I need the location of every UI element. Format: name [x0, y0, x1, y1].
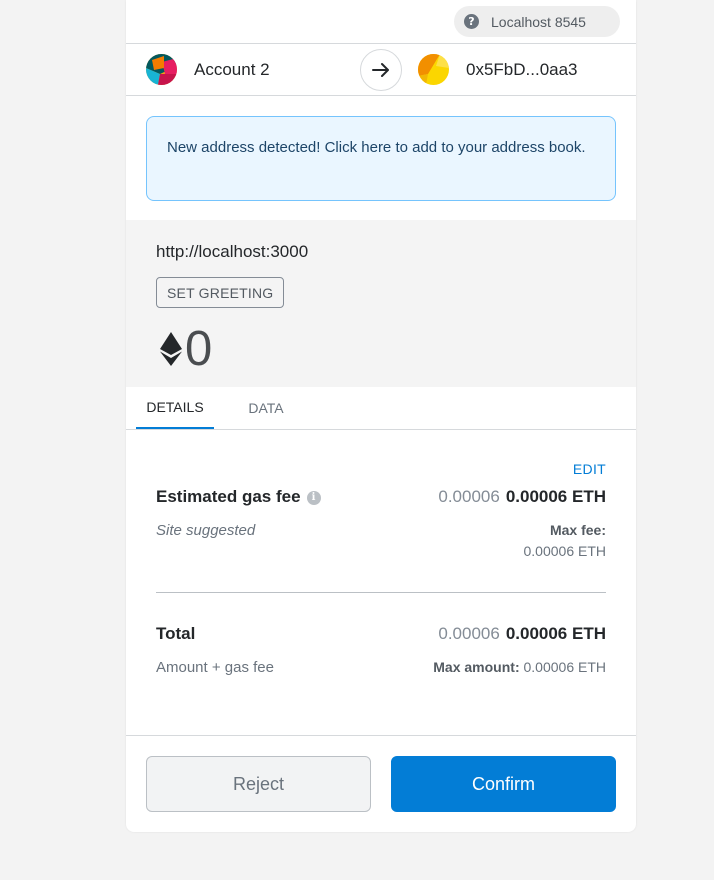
total-primary: 0.00006 ETH — [505, 624, 606, 643]
sender-account-name: Account 2 — [194, 59, 270, 79]
transaction-amount: 0 — [160, 320, 212, 378]
recipient-account[interactable]: 0x5FbD...0aa3 — [418, 54, 578, 85]
ethereum-icon — [160, 332, 182, 366]
max-fee-value: 0.00006 ETH — [523, 543, 607, 559]
divider — [156, 592, 606, 593]
sender-account[interactable]: Account 2 — [146, 54, 270, 85]
max-amount-value: 0.00006 ETH — [523, 659, 607, 675]
info-icon[interactable]: i — [306, 490, 321, 505]
gas-fee-label: Estimated gas fee i — [156, 487, 321, 507]
new-address-notice[interactable]: New address detected! Click here to add … — [146, 116, 616, 201]
recipient-avatar-icon — [418, 54, 449, 85]
action-footer: Reject Confirm — [126, 735, 636, 832]
tab-data[interactable]: DATA — [236, 387, 296, 429]
amount-value: 0 — [185, 322, 213, 376]
total-label: Total — [156, 624, 196, 643]
gas-fee-secondary: 0.00006 — [438, 487, 500, 506]
site-origin: http://localhost:3000 — [156, 242, 309, 261]
reject-button[interactable]: Reject — [146, 756, 371, 812]
confirm-button[interactable]: Confirm — [391, 756, 616, 812]
edit-gas-button[interactable]: EDIT — [573, 461, 606, 477]
max-fee-label-text: Max fee: — [549, 522, 606, 538]
confirm-transaction-panel: ? Localhost 8545 Account 2 0x5FbD...0aa3… — [126, 0, 636, 832]
account-avatar-icon — [146, 54, 177, 85]
max-amount: Max amount: 0.00006 ETH — [433, 659, 606, 675]
gas-fee-label-text: Estimated gas fee — [156, 487, 301, 506]
total-sublabel: Amount + gas fee — [156, 659, 274, 676]
total-value: 0.00006 0.00006 ETH — [438, 624, 606, 644]
method-label: SET GREETING — [156, 277, 285, 308]
sender-recipient-row: Account 2 0x5FbD...0aa3 — [126, 44, 636, 96]
max-amount-label: Max amount: — [433, 659, 520, 675]
notice-text: New address detected! Click here to add … — [167, 139, 586, 156]
max-fee-label: Max fee: — [550, 522, 606, 538]
gas-fee-value: 0.00006 0.00006 ETH — [438, 487, 606, 507]
arrow-right-icon — [360, 49, 402, 91]
tab-bar: DETAILS DATA — [126, 387, 636, 430]
recipient-address: 0x5FbD...0aa3 — [466, 59, 578, 79]
network-bar: ? Localhost 8545 — [126, 0, 636, 44]
gas-fee-primary: 0.00006 ETH — [505, 487, 606, 506]
gas-fee-sublabel: Site suggested — [156, 522, 256, 539]
tab-details[interactable]: DETAILS — [136, 387, 214, 429]
transaction-origin-section: http://localhost:3000 SET GREETING 0 — [126, 220, 636, 387]
total-secondary: 0.00006 — [438, 624, 500, 643]
network-selector[interactable]: ? Localhost 8545 — [454, 6, 620, 37]
help-icon: ? — [464, 14, 479, 29]
network-label: Localhost 8545 — [491, 13, 586, 30]
